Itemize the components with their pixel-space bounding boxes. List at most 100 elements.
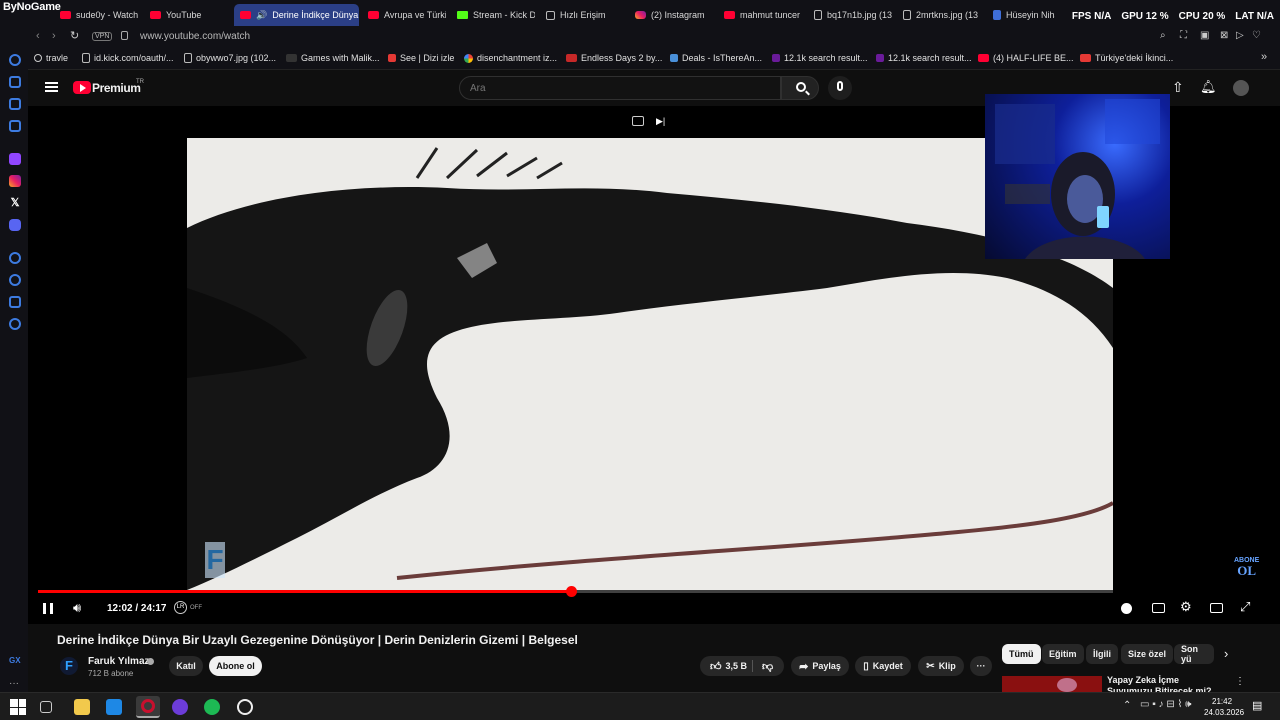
url-field[interactable]: www.youtube.com/watch — [140, 31, 250, 42]
chip-education[interactable]: Eğitim — [1042, 644, 1084, 664]
notification-center-icon[interactable]: ▤ — [1252, 699, 1262, 712]
ai-assistant-icon[interactable] — [9, 54, 21, 66]
bookmark-3[interactable]: Games with Malik... — [286, 53, 380, 63]
search-box[interactable] — [459, 76, 781, 100]
bookmark-0[interactable]: travle — [34, 53, 68, 63]
miniplayer-icon[interactable] — [632, 116, 644, 126]
discord-icon[interactable] — [9, 219, 21, 231]
notifications-icon[interactable]: 🔔︎ — [1200, 79, 1217, 95]
bookmark-7[interactable]: Deals - IsThereAn... — [670, 53, 762, 63]
app-icon[interactable] — [237, 699, 253, 715]
task-view-icon[interactable] — [40, 701, 52, 713]
opera-gx-taskbar-icon[interactable] — [136, 696, 160, 718]
file-explorer-icon[interactable] — [74, 699, 90, 715]
pause-icon[interactable] — [43, 603, 53, 614]
skip-icon[interactable]: ▶| — [656, 116, 665, 127]
windows-start-icon[interactable] — [10, 699, 26, 715]
search-button[interactable] — [781, 76, 819, 100]
settings-gear-icon[interactable]: ⚙ — [1180, 599, 1192, 615]
chip-related[interactable]: İlgili — [1086, 644, 1118, 664]
tab-8[interactable]: bq17n1b.jpg (13 — [814, 4, 892, 26]
join-button[interactable]: Katıl — [169, 656, 203, 676]
play-icon[interactable]: ▷ — [1236, 30, 1244, 41]
system-tray-chevron-icon[interactable]: ⌃ — [1123, 700, 1131, 711]
video-player[interactable]: ▶| F ABONE OL — [28, 94, 1280, 624]
tray-icons[interactable]: ▭ ▪ ♪ ⊟ ⌇ 🕪︎ — [1140, 699, 1191, 710]
bookmark-8[interactable]: 12.1k search result... — [772, 53, 868, 63]
tab-1[interactable]: YouTube — [150, 4, 230, 26]
heart-icon[interactable]: ♡ — [1252, 30, 1261, 41]
tab-9[interactable]: 2mrtkns.jpg (13 — [903, 4, 981, 26]
recommendation-title[interactable]: Yapay Zeka İçme Suyumuzu Bitirecek mi? — [1107, 675, 1227, 692]
share-button[interactable]: ➦ Paylaş — [791, 656, 849, 676]
more-actions-button[interactable]: ··· — [970, 656, 992, 676]
bookmark-1[interactable]: id.kick.com/oauth/... — [82, 53, 174, 63]
shopping-icon[interactable] — [9, 76, 21, 88]
discord-taskbar-icon[interactable] — [172, 699, 188, 715]
history-icon[interactable] — [9, 274, 21, 286]
like-count[interactable]: 3,5 B — [726, 661, 748, 671]
chevron-right-icon[interactable]: › — [1224, 646, 1228, 661]
snapshot-icon[interactable]: ⛶ — [1180, 30, 1187, 41]
tab-5[interactable]: Hızlı Erişim — [546, 4, 626, 26]
bookmark-5[interactable]: disenchantment iz... — [464, 53, 557, 63]
save-button[interactable]: ▯ Kaydet — [855, 656, 911, 676]
volume-icon[interactable]: 🔊︎ — [73, 600, 81, 616]
extension-icon[interactable]: ▣ — [1200, 30, 1209, 41]
kebab-menu-icon[interactable]: ⋮ — [1235, 676, 1245, 687]
tab-7[interactable]: mahmut tuncer — [724, 4, 802, 26]
chip-recent[interactable]: Son yü — [1174, 644, 1214, 664]
clip-button[interactable]: ✂ Klip — [918, 656, 964, 676]
search-input[interactable] — [470, 81, 760, 95]
channel-name[interactable]: Faruk Yılmaz — [88, 656, 150, 667]
vpn-badge[interactable]: VPN — [92, 32, 113, 41]
youtube-logo-icon[interactable] — [73, 81, 91, 94]
gx-icon[interactable]: GX — [9, 656, 21, 668]
menu-icon[interactable] — [45, 82, 58, 92]
player-icon[interactable] — [9, 252, 21, 264]
chip-for-you[interactable]: Size özel — [1121, 644, 1174, 664]
bookmark-6[interactable]: Endless Days 2 by... — [566, 53, 662, 63]
more-bookmarks-icon[interactable]: » — [1261, 51, 1267, 63]
speaker-icon[interactable]: 🔊 — [256, 10, 267, 21]
like-icon[interactable]: 👍︎ — [710, 660, 722, 673]
lock-icon[interactable] — [121, 31, 128, 40]
avatar[interactable] — [1233, 80, 1249, 96]
bookmark-4[interactable]: See | Dizi izle — [388, 53, 454, 63]
tab-4[interactable]: Stream - Kick D — [457, 4, 535, 26]
channel-avatar[interactable]: F — [60, 657, 78, 675]
search-icon[interactable]: ⌕ — [1160, 30, 1166, 41]
reload-icon[interactable]: ↻ — [70, 29, 79, 42]
more-icon[interactable]: ··· — [9, 678, 21, 690]
back-icon[interactable]: ‹ — [36, 30, 40, 42]
bookmark-10[interactable]: (4) HALF-LIFE BE... — [978, 53, 1074, 63]
recommendation-thumbnail[interactable] — [1002, 676, 1102, 692]
tab-10[interactable]: Hüseyin Nihal — [993, 4, 1055, 26]
music-icon[interactable] — [9, 120, 21, 132]
chat-icon[interactable] — [9, 98, 21, 110]
upload-icon[interactable]: ⇧ — [1172, 79, 1184, 96]
tab-2-active[interactable]: 🔊 Derine İndikçe Dünya — [234, 4, 359, 26]
store-icon[interactable] — [106, 699, 122, 715]
tab-0[interactable]: sude0y - Watch — [60, 4, 140, 26]
autoplay-icon[interactable]: LR — [174, 601, 187, 614]
pause-indicator-icon[interactable] — [1121, 603, 1132, 614]
tab-3[interactable]: Avrupa ve Türki — [368, 4, 446, 26]
bookmark-11[interactable]: Türkiye'deki İkinci... — [1080, 53, 1173, 63]
youtube-premium-logo[interactable]: Premium — [92, 81, 141, 95]
forward-icon[interactable]: › — [52, 30, 56, 42]
bookmark-icon[interactable] — [9, 296, 21, 308]
subscribe-button[interactable]: Abone ol — [209, 656, 262, 676]
clock-time[interactable]: 21:42 — [1212, 697, 1232, 706]
clock-date[interactable]: 24.03.2026 — [1204, 708, 1244, 717]
captions-icon[interactable] — [1152, 603, 1165, 613]
fullscreen-icon[interactable]: ⤢ — [1240, 599, 1250, 615]
tab-6[interactable]: (2) Instagram — [635, 4, 715, 26]
bookmark-9[interactable]: 12.1k search result... — [876, 53, 972, 63]
theater-mode-icon[interactable] — [1210, 603, 1223, 613]
settings-icon[interactable] — [9, 318, 21, 330]
bookmark-2[interactable]: obywwo7.jpg (102... — [184, 53, 276, 63]
spotify-icon[interactable] — [204, 699, 220, 715]
twitch-icon[interactable] — [9, 153, 21, 165]
close-tab-icon[interactable]: ⊠ — [1220, 30, 1228, 41]
